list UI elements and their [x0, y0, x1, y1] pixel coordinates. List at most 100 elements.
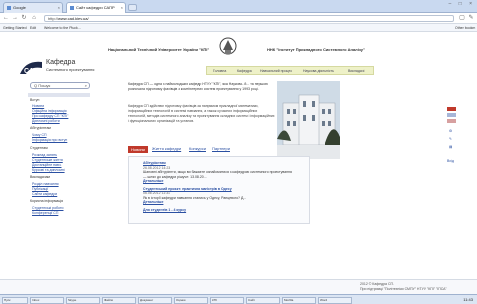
building-photo [277, 81, 340, 159]
os-taskbar: Пуск Inbox Skype Файли Документ Оцінки К… [0, 294, 477, 304]
home-icon[interactable]: ⌂ [30, 14, 38, 22]
browser-tab-strip: Google × Сайт кафедри САПР × – □ × [0, 0, 477, 13]
tab-contests[interactable]: Конкурси [189, 146, 206, 151]
forward-icon[interactable]: → [11, 14, 19, 22]
taskbar-item[interactable]: Файли [102, 297, 136, 304]
sidebar-link[interactable]: Розділ навчання [32, 182, 59, 186]
close-tab-icon[interactable]: × [58, 5, 60, 10]
window-controls[interactable]: – □ × [449, 1, 476, 7]
sidebar-link[interactable]: Курсові та дипломні [32, 168, 65, 172]
web-page: Національний Технічний Університет Украї… [0, 32, 477, 294]
site-favicon-icon [70, 5, 74, 10]
sidebar-divider [28, 93, 90, 97]
flag-ru-icon[interactable] [447, 113, 456, 117]
taskbar-item[interactable]: Оцінки [174, 297, 208, 304]
taskbar-clock: 11:43 [463, 297, 473, 302]
department-logo[interactable]: САП Кафедра Системного проектування [18, 56, 113, 78]
wrench-icon[interactable]: ✎ [467, 14, 475, 22]
url-prefix: http:// [48, 16, 59, 21]
bookmark-item[interactable]: Welcome to the Pluck... [44, 26, 81, 30]
sidebar-link[interactable]: Дипломні роботи [32, 119, 60, 123]
back-icon[interactable]: ← [2, 14, 10, 22]
students-link[interactable]: Для студентів 1 - 4 курсу [143, 208, 295, 213]
sidebar-section-head: Абітурієнтам [30, 126, 51, 130]
tab-cad-site[interactable]: Сайт кафедри САПР × [66, 2, 126, 13]
university-header: Національний Технічний Університет Украї… [100, 46, 440, 54]
menu-item-home[interactable]: Головна [213, 69, 226, 73]
sidebar-section-head: Вступ [30, 98, 40, 102]
font-larger-icon[interactable]: ⚙ [449, 129, 452, 133]
news-item: Студентський проєкт: практична магістрів… [143, 187, 295, 205]
flag-en-icon[interactable] [447, 119, 456, 123]
sidebar-link[interactable]: Публікації [32, 187, 48, 191]
menu-item-research[interactable]: Наукова діяльність [303, 69, 334, 73]
address-bar[interactable]: http://www.cad.kiev.ua/ [44, 15, 454, 22]
search-input[interactable]: Q Пошук ⌕ [30, 82, 90, 89]
tab-label: Сайт кафедри САПР [76, 5, 115, 10]
google-favicon-icon [7, 5, 11, 10]
sidebar-link[interactable]: Конференції СП [32, 211, 58, 215]
tab-google[interactable]: Google × [3, 2, 63, 13]
university-crest-icon [219, 37, 237, 55]
sidebar-link[interactable]: Сайти кафедри [32, 192, 57, 196]
page-footer: 2012 © Кафедра СП. При підтримці "Політе… [0, 279, 477, 294]
sidebar-link[interactable]: Про кафедру СП "КПІ" [32, 114, 68, 118]
sidebar-link[interactable]: Дистанційне навч. [32, 163, 62, 167]
news-more-link[interactable]: Детальніше [143, 200, 295, 205]
sidebar-section-head: Корисна інформація [30, 199, 64, 203]
search-placeholder: Q Пошук [34, 83, 51, 88]
tab-label: Google [13, 5, 26, 10]
top-menu: Головна Кафедра Навчальний процес Науков… [206, 66, 374, 75]
logo-title: Кафедра [46, 59, 76, 66]
print-icon[interactable]: ▤ [449, 145, 452, 149]
sidebar: Q Пошук ⌕ Вступ Новини Офіційна інформац… [28, 82, 90, 282]
taskbar-item[interactable]: Документ [138, 297, 172, 304]
taskbar-item[interactable]: Word [318, 297, 352, 304]
taskbar-item[interactable]: Сайт [246, 297, 280, 304]
footer-support: При підтримці "Політехніки СМПУ" НТУУ "К… [360, 286, 447, 291]
sidebar-link[interactable]: Новини [32, 104, 44, 108]
page-menu-icon[interactable]: ▢ [458, 14, 466, 22]
start-button[interactable]: Пуск [2, 297, 28, 304]
news-more-link[interactable]: Детальніше [143, 179, 295, 184]
navigation-bar: ← → ↻ ⌂ http://www.cad.kiev.ua/ ▢ ✎ [0, 13, 477, 24]
sidebar-link[interactable]: Інформація про вступ [32, 138, 67, 142]
university-name: Національний Технічний Університет Украї… [108, 47, 210, 52]
news-panel: Абітурієнтам 26.08.2012 14:23 Шановні аб… [128, 156, 310, 224]
menu-item-department[interactable]: Кафедра [237, 69, 252, 73]
other-bookmarks[interactable]: Other bookm [455, 26, 475, 30]
taskbar-item[interactable]: Inbox [30, 297, 64, 304]
new-tab-button[interactable] [128, 4, 137, 11]
bookmark-item[interactable]: Edit [30, 26, 36, 30]
close-tab-icon[interactable]: × [121, 5, 123, 10]
sidebar-section-head: Студентам [30, 146, 48, 150]
sidebar-link[interactable]: Студентське життя [32, 158, 63, 162]
institute-name: ННК "Інститут Прикладного Системного Ана… [267, 47, 365, 52]
menu-item-teachers[interactable]: Викладачі [348, 69, 364, 73]
menu-item-education[interactable]: Навчальний процес [260, 69, 292, 73]
sidebar-link[interactable]: Чому СП [32, 133, 47, 137]
sidebar-section-head: Викладачам [30, 175, 50, 179]
intro-body: Кафедра СП здійснює підготовку фахівців … [128, 104, 275, 123]
url-domain: www.cad.kiev.ua/ [58, 16, 89, 21]
font-smaller-icon[interactable]: ✎ [449, 137, 452, 141]
taskbar-item[interactable]: Skype [66, 297, 100, 304]
tab-news[interactable]: Новини [128, 146, 148, 153]
news-text: Шановні абітурієнти, якщо ви бажаєте озн… [143, 170, 292, 179]
login-link[interactable]: Вхід [447, 159, 454, 163]
taskbar-item[interactable]: КПІ [210, 297, 244, 304]
sidebar-link[interactable]: Офіційна інформація [32, 109, 66, 113]
sidebar-link[interactable]: Студентські роботи [32, 206, 63, 210]
search-icon[interactable]: ⌕ [85, 83, 87, 88]
bookmark-item[interactable]: Getting Started [3, 26, 27, 30]
sidebar-link[interactable]: Розклад занять [32, 153, 57, 157]
reload-icon[interactable]: ↻ [20, 14, 28, 22]
sapr-logo-icon: САП [20, 61, 42, 75]
tab-department-life[interactable]: Життя кафедри [152, 146, 181, 151]
logo-subtitle: Системного проектування [46, 67, 95, 72]
flag-ua-icon[interactable] [447, 107, 456, 111]
svg-text:САП: САП [24, 68, 39, 75]
taskbar-item[interactable]: Mozilla [282, 297, 316, 304]
tab-partners[interactable]: Партнери [212, 146, 230, 151]
news-item: Абітурієнтам 26.08.2012 14:23 Шановні аб… [143, 161, 295, 184]
